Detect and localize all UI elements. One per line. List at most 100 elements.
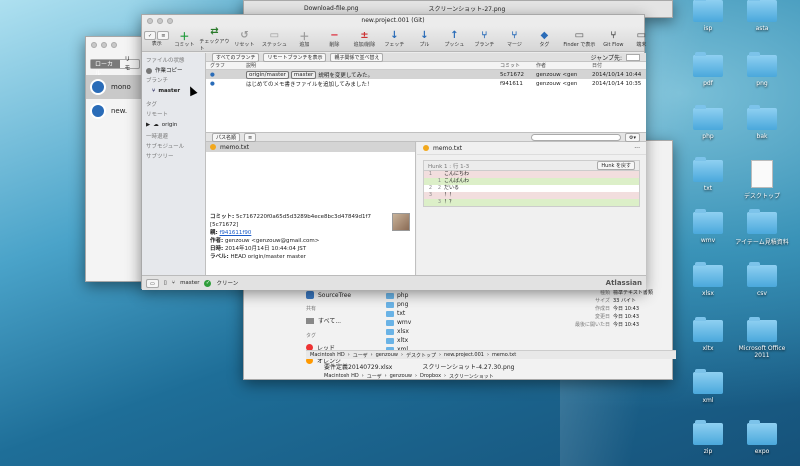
- top-file-name[interactable]: Download-file.png: [304, 5, 358, 12]
- commit-row[interactable]: ● origin/master master 説明を変更してみた。 5c71672 gen…: [206, 70, 646, 79]
- file-row-selected[interactable]: memo.txt: [206, 142, 415, 152]
- desktop-icon[interactable]: php: [678, 105, 738, 140]
- top-file-name-2[interactable]: スクリーンショット-27.png: [428, 4, 505, 13]
- path-segment[interactable]: スクリーンショット: [449, 373, 494, 380]
- table-header: グラフ 説明 コミット 作者 日付: [206, 62, 646, 70]
- col-date[interactable]: 日付: [592, 62, 646, 69]
- repo-item[interactable]: new.: [86, 99, 144, 123]
- file-list-item[interactable]: wmv: [386, 318, 446, 327]
- desktop-icon[interactable]: zip: [678, 420, 738, 455]
- path-segment[interactable]: new.project.001: [444, 352, 484, 358]
- toolbar-merge-button[interactable]: ⑂ マージ: [499, 29, 529, 49]
- toolbar-right: ▭ Finder で表示 ⑂ Git Flow ▭ 端末: [559, 29, 655, 49]
- list-view-icon[interactable]: ≡: [244, 132, 257, 142]
- avatar: [392, 213, 410, 231]
- path-segment[interactable]: デスクトップ: [406, 352, 436, 359]
- path-segment[interactable]: Dropbox: [420, 373, 441, 379]
- toolbar-tag-button[interactable]: ◆ タグ: [529, 29, 559, 49]
- desktop-icon-label: デスクトップ: [743, 193, 780, 200]
- desktop-icon[interactable]: txt: [678, 157, 738, 192]
- toolbar-gitflow-button[interactable]: ⑂ Git Flow: [599, 30, 627, 48]
- jump-to-field[interactable]: [626, 53, 640, 61]
- commit-row[interactable]: ● はじめてのメモ書きファイルを追加してみました！ f941611 genzouw <…: [206, 79, 646, 88]
- toolbar-branch-button[interactable]: ⑂ ブランチ: [469, 29, 499, 49]
- toolbar-pull-button[interactable]: ↓ プル: [409, 29, 439, 49]
- commit-author: genzouw <gen: [536, 71, 578, 78]
- path-segment[interactable]: memo.txt: [492, 352, 516, 358]
- toolbar-reset-button[interactable]: ↺ リセット: [229, 29, 259, 49]
- desktop-icon[interactable]: Microsoft Office 2011: [732, 317, 792, 359]
- toolbar-finder-button[interactable]: ▭ Finder で表示: [559, 29, 599, 49]
- finder-info-panel: 種類 標準テキスト書類 サイズ 33 バイト 作成日 今日 10:43 変更日 今日 10:4…: [564, 289, 674, 329]
- file-list-item[interactable]: xlsx: [386, 327, 446, 336]
- desktop-icon[interactable]: xlsx: [678, 262, 738, 297]
- tab-remote[interactable]: リモ: [120, 55, 139, 73]
- col-author[interactable]: 作者: [536, 62, 592, 69]
- discard-hunk-button[interactable]: Hunk を戻す: [597, 161, 635, 170]
- path-segment[interactable]: ユーザ: [367, 373, 382, 380]
- sidebar-all[interactable]: すべて...: [306, 314, 376, 327]
- tab-local[interactable]: ローカル: [91, 60, 121, 77]
- sidebar-working-copy[interactable]: 作業コピー: [146, 66, 201, 76]
- desktop-icon[interactable]: wmv: [678, 209, 738, 244]
- desktop-icon-label: csv: [757, 290, 767, 297]
- sidebar-remote-origin[interactable]: ▶ ☁ origin: [146, 120, 201, 130]
- toolbar-add-button[interactable]: ＋追加: [289, 29, 319, 49]
- desktop-icon[interactable]: csv: [732, 262, 792, 297]
- sort-select[interactable]: 親子関係で並べ替え: [330, 52, 384, 62]
- desktop-icon[interactable]: bak: [732, 105, 792, 140]
- col-description[interactable]: 説明: [246, 62, 500, 69]
- toolbar-commit-button[interactable]: ＋コミット: [169, 29, 199, 49]
- clean-status: クリーン: [216, 281, 239, 287]
- toolbar-fetch-button[interactable]: ↓ フェッチ: [379, 29, 409, 49]
- toolbar-checkout-button[interactable]: ⇄ チェックアウト: [199, 26, 229, 52]
- desktop-icon[interactable]: asta: [732, 0, 792, 32]
- info-row: 種類 標準テキスト書類: [599, 290, 653, 296]
- desktop-icon[interactable]: isp: [678, 0, 738, 32]
- more-options-icon[interactable]: ···: [634, 145, 640, 152]
- toolbar-push-button[interactable]: ↑ プッシュ: [439, 29, 469, 49]
- settings-gear-icon[interactable]: ⚙▾: [625, 132, 640, 142]
- sidebar-sourcetree[interactable]: SourceTree: [306, 289, 376, 301]
- file-list-item[interactable]: png: [386, 300, 446, 309]
- filter-bar: すべてのブランチ リモートブランチを表示 親子関係で並べ替え ジャンプ先:: [206, 52, 646, 62]
- path-segment[interactable]: Macintosh HD: [324, 373, 359, 379]
- file-list-item[interactable]: txt: [386, 309, 446, 318]
- file-list-item[interactable]: xltx: [386, 336, 446, 345]
- push-icon: ↑: [450, 29, 459, 41]
- checkout-icon: ⇄: [210, 26, 219, 37]
- toolbar-addremove-button[interactable]: ± 追加/削除: [349, 29, 379, 49]
- col-commit[interactable]: コミット: [500, 62, 536, 69]
- folder-icon: [747, 52, 777, 77]
- file-list-item[interactable]: php: [386, 291, 446, 300]
- desktop-icon[interactable]: expo: [732, 420, 792, 455]
- repo-item[interactable]: mono: [86, 75, 144, 99]
- parent-link[interactable]: f941611f90: [219, 230, 251, 236]
- desktop-icon[interactable]: デスクトップ: [732, 160, 792, 200]
- file-row[interactable]: 要件定義20140729.xlsx: [324, 362, 392, 371]
- desktop-icon[interactable]: xml: [678, 369, 738, 404]
- all-branches-select[interactable]: すべてのブランチ: [212, 52, 260, 62]
- path-segment[interactable]: genzouw: [376, 352, 398, 358]
- view-button[interactable]: ✓ ≡ 表示: [144, 30, 170, 47]
- sidebar-toggle-icon[interactable]: ▭: [146, 278, 159, 288]
- toolbar-terminal-button[interactable]: ▭ 端末: [627, 29, 655, 49]
- path-segment[interactable]: ユーザ: [353, 352, 368, 359]
- path-segment[interactable]: Macintosh HD: [310, 352, 345, 358]
- desktop-icon-label: xml: [702, 397, 714, 404]
- desktop-icon[interactable]: pdf: [678, 52, 738, 87]
- path-sort-select[interactable]: パス名順: [212, 132, 241, 142]
- toolbar-remove-button[interactable]: − 削除: [319, 29, 349, 49]
- desktop-icon-label: isp: [703, 25, 713, 32]
- toolbar-stash-button[interactable]: ▭ ステッシュ: [259, 29, 289, 49]
- file-row-2[interactable]: スクリーンショット-4.27.30.png: [422, 362, 514, 371]
- section-remotes: リモート: [146, 112, 169, 118]
- desktop-icon[interactable]: png: [732, 52, 792, 87]
- graph-node-icon: ●: [210, 71, 215, 78]
- search-field[interactable]: [531, 133, 621, 141]
- col-graph[interactable]: グラフ: [206, 62, 246, 69]
- path-segment[interactable]: genzouw: [390, 373, 412, 379]
- show-remote-toggle[interactable]: リモートブランチを表示: [263, 52, 327, 62]
- desktop-icon[interactable]: アイテーム見積資料: [732, 209, 792, 246]
- desktop-icon[interactable]: xltx: [678, 317, 738, 352]
